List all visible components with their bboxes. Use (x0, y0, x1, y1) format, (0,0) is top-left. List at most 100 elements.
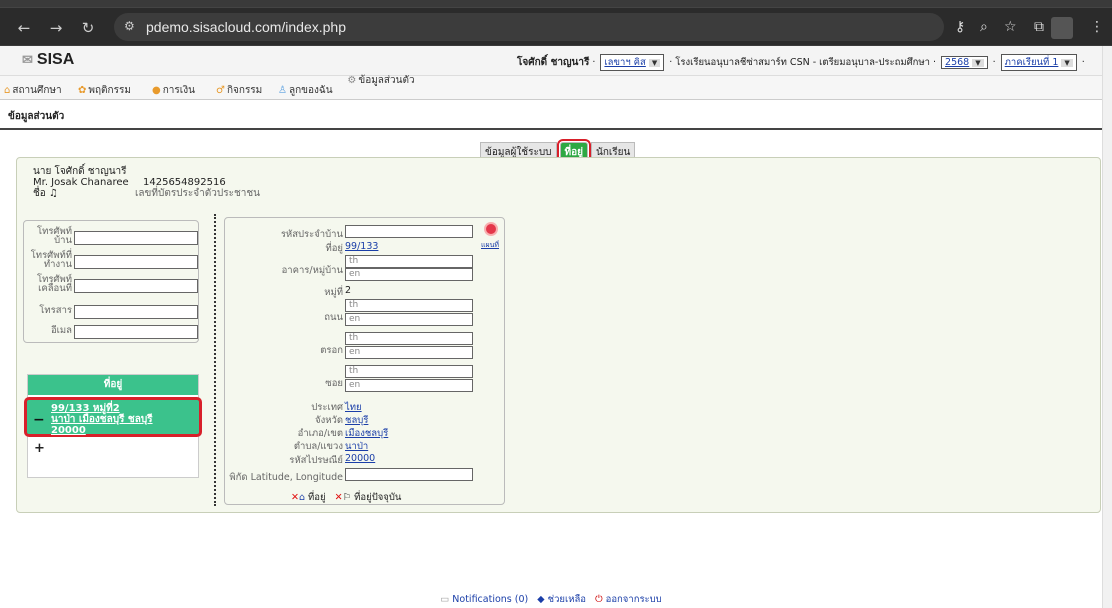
contact-box: โทรศัพท์บ้าน โทรศัพท์ที่ทำงาน โทรศัพท์เค… (23, 220, 199, 343)
add-address-icon[interactable]: + (34, 441, 45, 456)
person-name-en: Mr. Josak Chanaree (33, 177, 129, 188)
postal-value[interactable]: 20000 (345, 453, 375, 464)
app-header: ✉ SISA โจศักดิ์ ชาญนารี · เลขาฯ คิส ▼ · โร… (0, 46, 1102, 76)
name-label: ชื่อ ♫ (33, 188, 58, 199)
subdistrict-value[interactable]: นาป่า (345, 439, 368, 454)
menu-school[interactable]: ⌂ สถานศึกษา (4, 83, 62, 98)
browser-toolbar: ← → ↻ ⚙ pdemo.sisacloud.com/index.php ⚷ … (0, 7, 1112, 45)
address-list-item[interactable]: − 99/133 หมู่ที่2 นาป่า เมืองชลบุรี ชลบุ… (24, 397, 202, 437)
address-label: ที่อยู่ (325, 243, 343, 254)
address-form: รหัสประจำบ้าน แผนที่ ที่อยู่ 99/133 อาคา… (224, 217, 505, 505)
divider (214, 214, 216, 506)
menu-personal-info[interactable]: ⚙ ข้อมูลส่วนตัว (346, 76, 416, 86)
email-input[interactable] (74, 325, 198, 339)
school-name: โรงเรียนอนุบาลชีซ่าสมาร์ท CSN - เตรียมอน… (675, 57, 930, 68)
user-name: โจศักดิ์ ชาญนารี (517, 57, 590, 68)
house-code-input[interactable] (345, 225, 473, 238)
alley-th-input[interactable]: th (345, 332, 473, 345)
child-icon: ♙ (278, 85, 287, 96)
page-scrollbar[interactable] (1102, 46, 1112, 608)
home-phone-input[interactable] (74, 231, 198, 245)
address-bar[interactable]: ⚙ pdemo.sisacloud.com/index.php (114, 13, 944, 41)
logout-link[interactable]: ⏻ ออกจากระบบ (595, 594, 662, 605)
latlng-label: พิกัด Latitude, Longitude (229, 472, 343, 483)
work-phone-input[interactable] (74, 255, 198, 269)
menu-finance[interactable]: ● การเงิน (152, 83, 195, 98)
power-icon: ⏻ (595, 594, 603, 605)
footer: ▭ Notifications (0) ◆ ช่วยเหลือ ⏻ ออกจาก… (0, 592, 1102, 608)
browser-menu-icon[interactable]: ⋮ (1090, 19, 1104, 35)
building-en-input[interactable]: en (345, 268, 473, 281)
page: ✉ SISA โจศักดิ์ ชาญนารี · เลขาฯ คิส ▼ · โร… (0, 46, 1102, 608)
alley-en-input[interactable]: en (345, 346, 473, 359)
fax-label: โทรสาร (39, 305, 72, 316)
person-summary: นาย โจศักดิ์ ชาญนารี Mr. Josak Chanaree … (33, 166, 260, 199)
email-row: อีเมล (24, 321, 200, 341)
road-th-input[interactable]: th (345, 299, 473, 312)
mobile-input[interactable] (74, 279, 198, 293)
url-text[interactable]: pdemo.sisacloud.com/index.php (146, 19, 346, 35)
fax-input[interactable] (74, 305, 198, 319)
year-select[interactable]: 2568 ▼ (941, 56, 988, 69)
house-code-label: รหัสประจำบ้าน (280, 229, 343, 240)
soi-en-input[interactable]: en (345, 379, 473, 392)
zoom-icon[interactable]: ⌕ (980, 19, 988, 35)
logo-icon: ✉ (22, 52, 33, 67)
address-actions: ✕⌂ ที่อยู่ ✕⚐ ที่อยู่ปัจจุบัน (291, 490, 401, 505)
postal-label: รหัสไปรษณีย์ (289, 455, 343, 466)
road-en-input[interactable]: en (345, 313, 473, 326)
delete-x-icon-2: ✕ (334, 492, 343, 503)
work-phone-label: โทรศัพท์ที่ทำงาน (30, 250, 72, 270)
menu-my-child[interactable]: ♙ ลูกของฉัน (278, 83, 333, 98)
forward-icon[interactable]: → (46, 19, 66, 37)
browser-chrome: ← → ↻ ⚙ pdemo.sisacloud.com/index.php ⚷ … (0, 0, 1112, 46)
password-key-icon[interactable]: ⚷ (955, 19, 965, 35)
site-info-icon[interactable]: ⚙ (124, 19, 135, 33)
personal-icon: ⚙ (347, 75, 357, 86)
back-icon[interactable]: ← (14, 19, 34, 37)
sisa-logo[interactable]: ✉ SISA (22, 51, 74, 69)
map-link[interactable]: แผนที่ (481, 240, 499, 251)
mobile-row: โทรศัพท์เคลื่อนที่ (24, 275, 200, 295)
logo-text: SISA (36, 51, 75, 68)
home-phone-label: โทรศัพท์บ้าน (36, 226, 72, 246)
work-phone-row: โทรศัพท์ที่ทำงาน (24, 251, 200, 271)
address-list: ที่อยู่ − 99/133 หมู่ที่2 นาป่า เมืองชลบ… (24, 374, 202, 478)
home-phone-row: โทรศัพท์บ้าน (24, 227, 200, 247)
address-panel: นาย โจศักดิ์ ชาญนารี Mr. Josak Chanaree … (16, 157, 1101, 513)
term-select[interactable]: ภาคเรียนที่ 1 ▼ (1000, 54, 1077, 71)
alley-label: ตรอก (320, 345, 343, 356)
menu-activity[interactable]: ♂ กิจกรรม (216, 83, 262, 98)
delete-address-action[interactable]: ✕⌂ ที่อยู่ (291, 492, 326, 503)
building-label: อาคาร/หมู่บ้าน (281, 265, 343, 276)
subdistrict-label: ตำบล/แขวง (293, 441, 343, 452)
home-icon: ⌂ (298, 492, 305, 503)
notifications-link[interactable]: ▭ Notifications (0) (440, 594, 528, 605)
address-value[interactable]: 99/133 (345, 241, 378, 252)
remove-address-icon[interactable]: − (33, 412, 45, 428)
mobile-label: โทรศัพท์เคลื่อนที่ (36, 274, 72, 294)
extensions-icon[interactable]: ⧉ (1034, 19, 1044, 35)
finance-icon: ● (152, 85, 161, 96)
activity-icon: ♂ (216, 85, 225, 96)
menu-behavior[interactable]: ✿ พฤติกรรม (78, 83, 131, 98)
address-entry-text[interactable]: 99/133 หมู่ที่2 นาป่า เมืองชลบุรี ชลบุรี… (51, 403, 153, 436)
moo-value: 2 (345, 285, 352, 296)
school-icon: ⌂ (4, 85, 11, 96)
soi-th-input[interactable]: th (345, 365, 473, 378)
role-select[interactable]: เลขาฯ คิส ▼ (600, 54, 665, 71)
soi-label: ซอย (325, 378, 343, 389)
moo-label: หมู่ที่ (324, 287, 343, 298)
profile-avatar[interactable] (1051, 17, 1073, 39)
latlng-input[interactable] (345, 468, 473, 481)
building-th-input[interactable]: th (345, 255, 473, 268)
delete-current-address-action[interactable]: ✕⚐ ที่อยู่ปัจจุบัน (335, 492, 402, 503)
audio-icon[interactable]: ♫ (49, 188, 58, 199)
id-label: เลขที่บัตรประจำตัวประชาชน (135, 188, 260, 199)
location-icon: ⚐ (342, 492, 352, 503)
help-link[interactable]: ◆ ช่วยเหลือ (537, 594, 586, 605)
reload-icon[interactable]: ↻ (78, 19, 98, 37)
person-name-th: นาย โจศักดิ์ ชาญนารี (33, 166, 127, 177)
map-pin-icon[interactable] (484, 222, 498, 236)
bookmark-star-icon[interactable]: ☆ (1004, 19, 1017, 35)
